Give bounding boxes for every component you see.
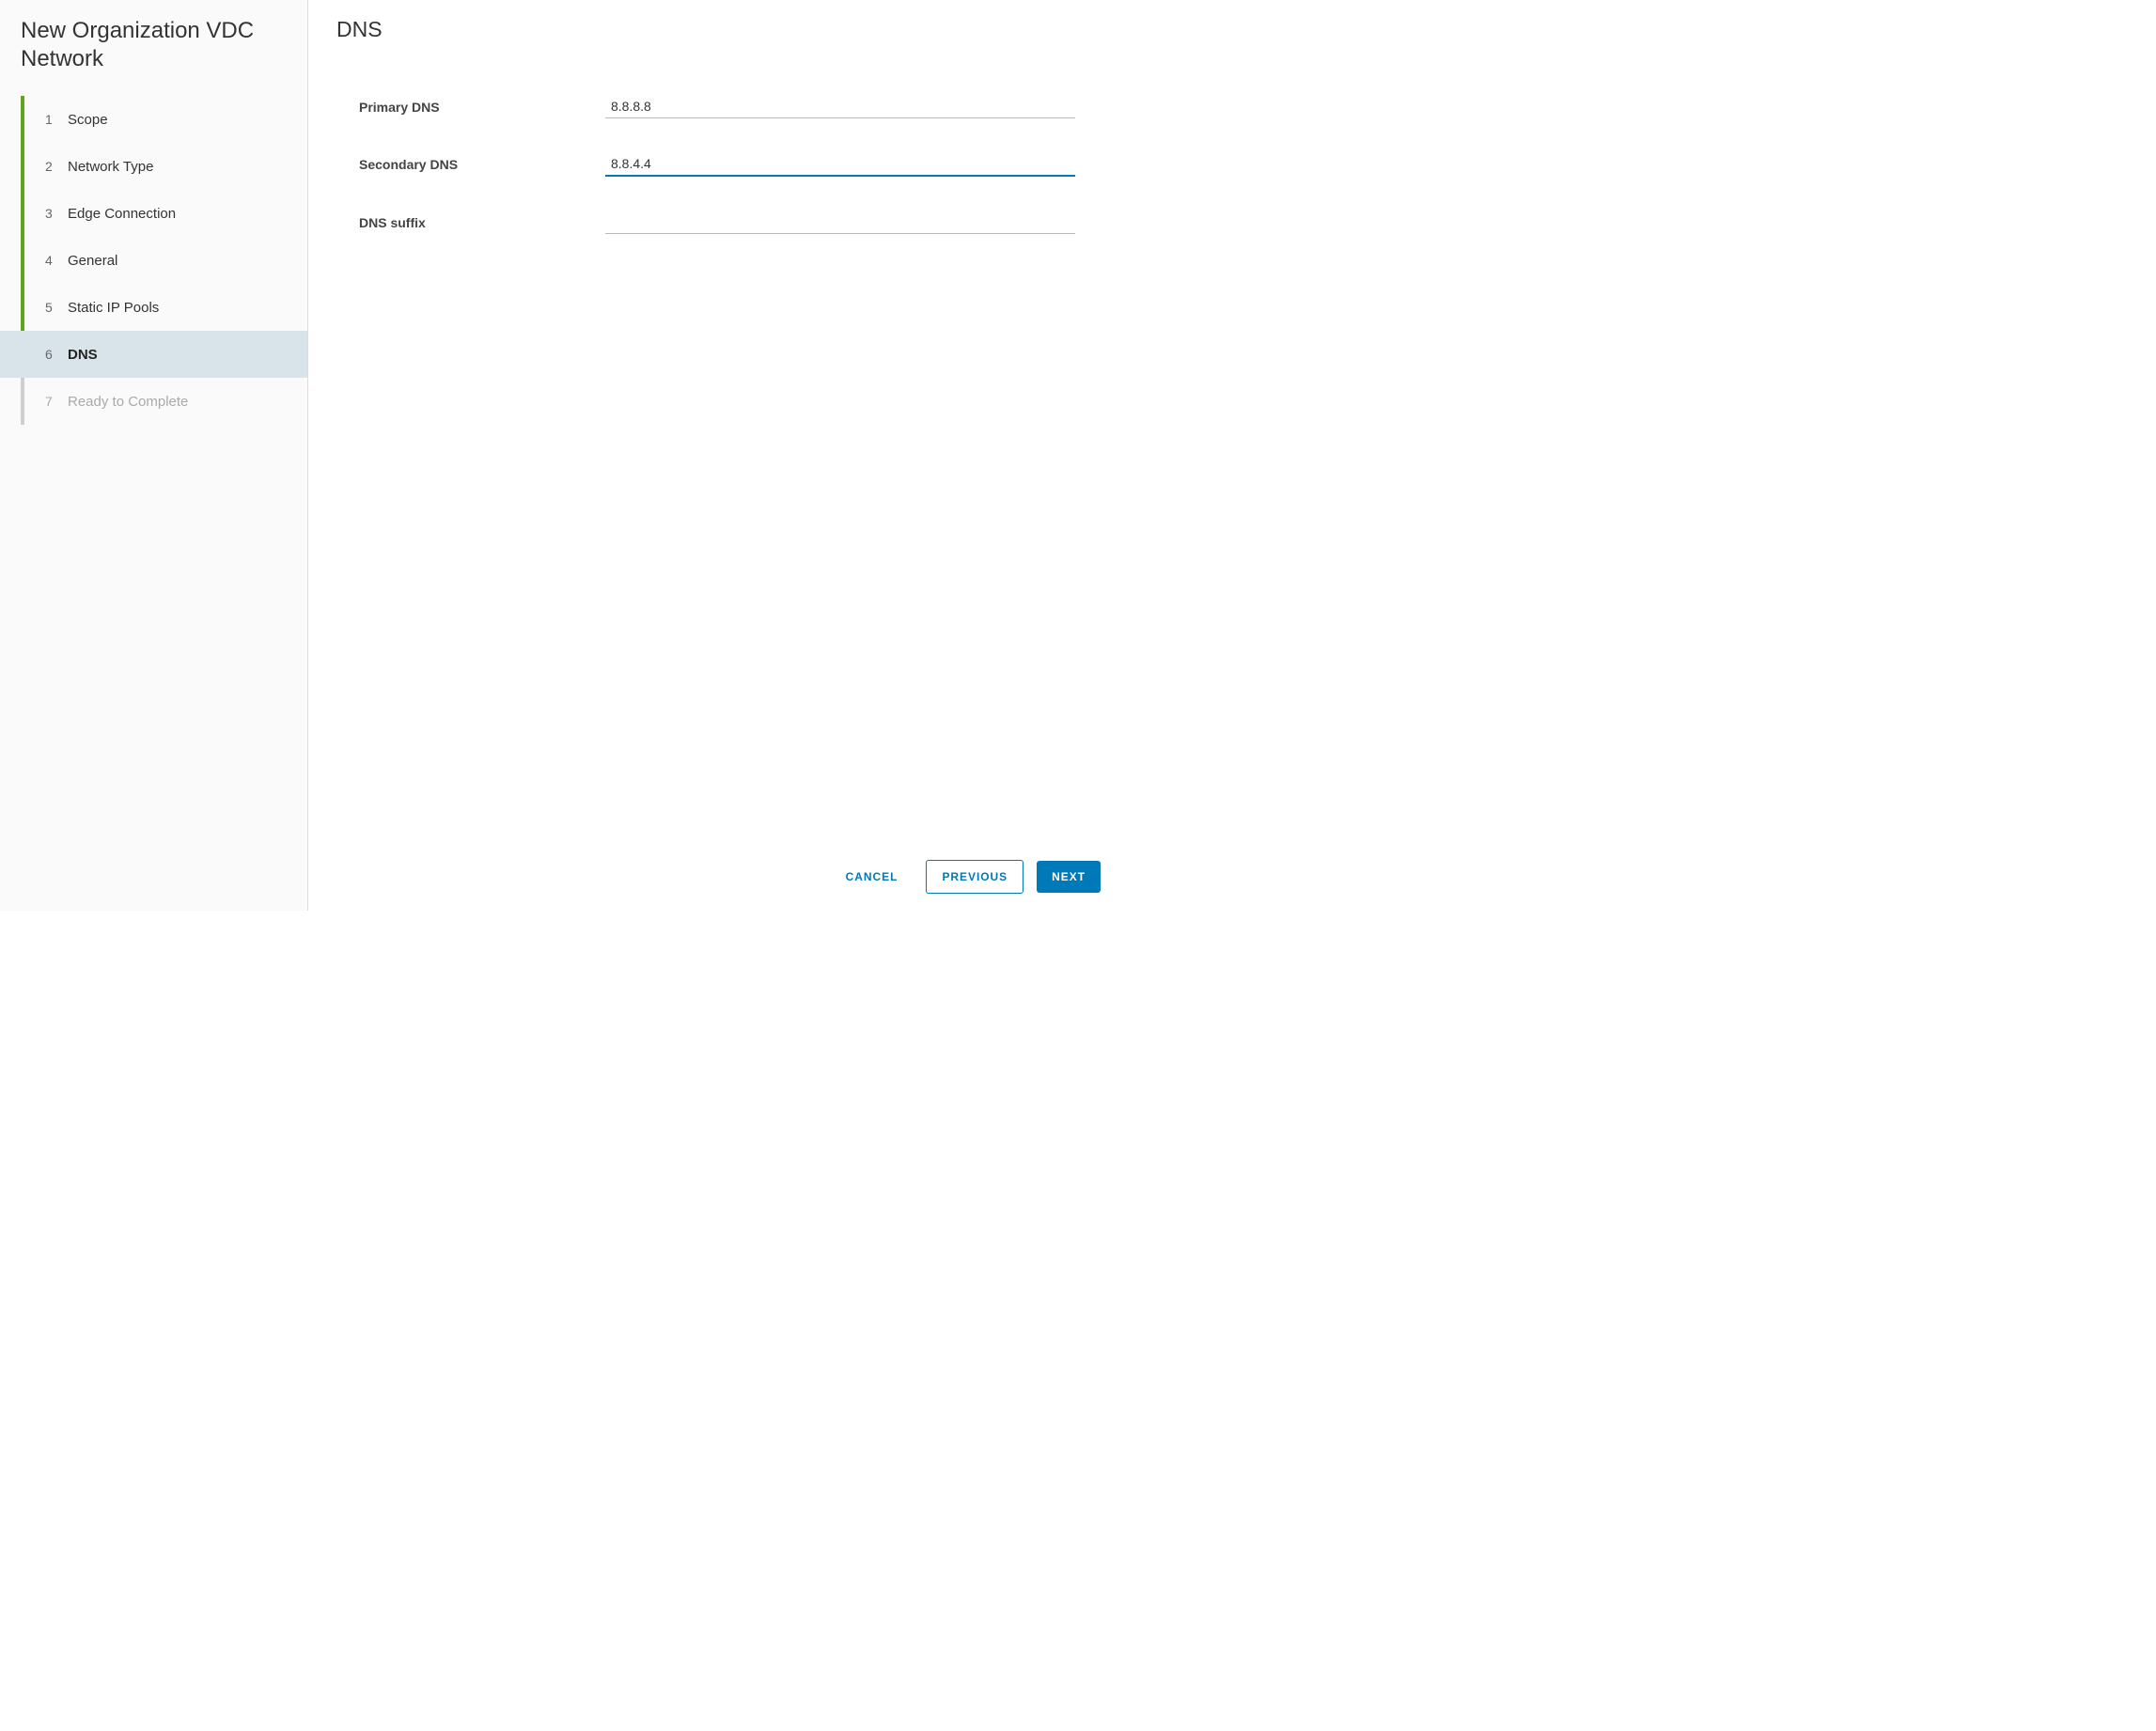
wizard-title: New Organization VDC Network	[0, 17, 307, 96]
step-dns[interactable]: 6 DNS	[0, 331, 307, 378]
step-number: 3	[45, 206, 68, 221]
next-button[interactable]: NEXT	[1037, 861, 1101, 893]
wizard-sidebar: New Organization VDC Network 1 Scope 2 N…	[0, 0, 308, 911]
wizard-footer: CANCEL PREVIOUS NEXT	[308, 843, 1134, 911]
step-static-ip-pools[interactable]: 5 Static IP Pools	[0, 284, 307, 331]
step-label: Edge Connection	[68, 206, 176, 222]
step-scope[interactable]: 1 Scope	[0, 96, 307, 143]
step-number: 7	[45, 394, 68, 409]
primary-dns-label: Primary DNS	[359, 100, 605, 115]
step-label: Scope	[68, 112, 108, 128]
form-row-secondary-dns: Secondary DNS	[359, 152, 1106, 177]
secondary-dns-label: Secondary DNS	[359, 157, 605, 172]
step-number: 6	[45, 347, 68, 362]
dns-suffix-label: DNS suffix	[359, 215, 605, 230]
form-row-primary-dns: Primary DNS	[359, 95, 1106, 118]
step-edge-connection[interactable]: 3 Edge Connection	[0, 190, 307, 237]
dns-suffix-input[interactable]	[605, 211, 1075, 234]
step-label: Network Type	[68, 159, 153, 175]
step-number: 5	[45, 300, 68, 315]
step-label: Static IP Pools	[68, 300, 159, 316]
primary-dns-input[interactable]	[605, 95, 1075, 118]
step-network-type[interactable]: 2 Network Type	[0, 143, 307, 190]
dns-form: Primary DNS Secondary DNS DNS suffix	[336, 95, 1106, 234]
form-row-dns-suffix: DNS suffix	[359, 211, 1106, 234]
step-label: Ready to Complete	[68, 394, 188, 410]
step-label: General	[68, 253, 117, 269]
cancel-button[interactable]: CANCEL	[831, 861, 914, 893]
wizard-steps: 1 Scope 2 Network Type 3 Edge Connection…	[0, 96, 307, 425]
step-general[interactable]: 4 General	[0, 237, 307, 284]
wizard-content: DNS Primary DNS Secondary DNS DNS suffix	[308, 0, 1134, 843]
wizard-main: DNS Primary DNS Secondary DNS DNS suffix…	[308, 0, 1134, 911]
step-label: DNS	[68, 347, 98, 363]
step-number: 1	[45, 112, 68, 127]
step-ready-to-complete: 7 Ready to Complete	[0, 378, 307, 425]
previous-button[interactable]: PREVIOUS	[926, 860, 1023, 894]
secondary-dns-input[interactable]	[605, 152, 1075, 177]
step-number: 2	[45, 159, 68, 174]
page-title: DNS	[336, 17, 1106, 42]
step-number: 4	[45, 253, 68, 268]
